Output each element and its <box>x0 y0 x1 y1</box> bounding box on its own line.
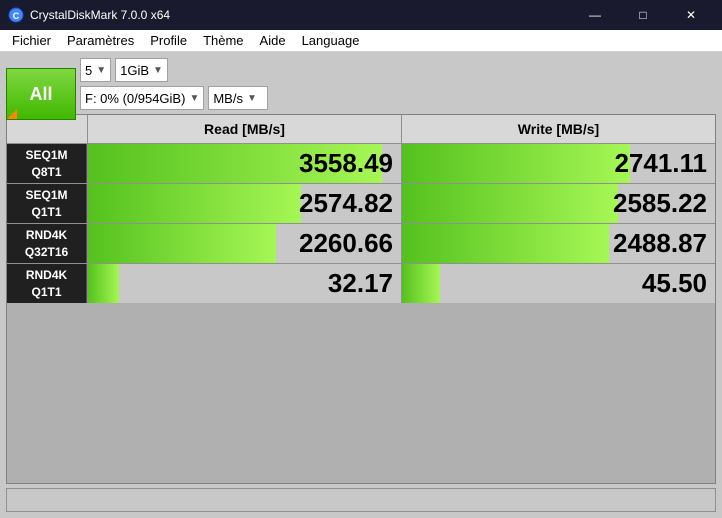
window-controls: — □ ✕ <box>572 0 714 30</box>
menu-item-paramètres[interactable]: Paramètres <box>59 30 142 51</box>
table-row: RND4K Q1T1 32.17 45.50 <box>7 263 715 303</box>
menu-bar: FichierParamètresProfileThèmeAideLanguag… <box>0 30 722 52</box>
size-value: 1GiB <box>120 63 149 78</box>
controls-wrapper: All 5 ▼ 1GiB ▼ F: 0% (0/954GiB) ▼ MB/s <box>6 58 716 110</box>
maximize-button[interactable]: □ <box>620 0 666 30</box>
bench-rows-container: SEQ1M Q8T1 3558.49 2741.11 SEQ1M Q1T1 25… <box>7 143 715 303</box>
drive-value: F: 0% (0/954GiB) <box>85 91 185 106</box>
read-cell-3: 32.17 <box>87 264 401 303</box>
menu-item-aide[interactable]: Aide <box>252 30 294 51</box>
selects-top: 5 ▼ 1GiB ▼ <box>80 58 268 82</box>
runs-value: 5 <box>85 63 92 78</box>
row-label-0: SEQ1M Q8T1 <box>7 144 87 183</box>
controls-selects: 5 ▼ 1GiB ▼ F: 0% (0/954GiB) ▼ MB/s ▼ <box>80 58 268 110</box>
write-value-0: 2741.11 <box>410 148 707 179</box>
table-row: SEQ1M Q8T1 3558.49 2741.11 <box>7 143 715 183</box>
units-value: MB/s <box>213 91 243 106</box>
drive-arrow: ▼ <box>189 93 199 104</box>
read-cell-0: 3558.49 <box>87 144 401 183</box>
table-row: RND4K Q32T16 2260.66 2488.87 <box>7 223 715 263</box>
menu-item-language[interactable]: Language <box>294 30 368 51</box>
row-label-2: RND4K Q32T16 <box>7 224 87 263</box>
read-value-1: 2574.82 <box>96 188 393 219</box>
read-value-2: 2260.66 <box>96 228 393 259</box>
read-value-0: 3558.49 <box>96 148 393 179</box>
write-cell-3: 45.50 <box>401 264 715 303</box>
app-icon: C <box>8 7 24 23</box>
write-value-2: 2488.87 <box>410 228 707 259</box>
units-select[interactable]: MB/s ▼ <box>208 86 268 110</box>
write-value-3: 45.50 <box>410 268 707 299</box>
units-arrow: ▼ <box>247 93 257 104</box>
read-cell-2: 2260.66 <box>87 224 401 263</box>
write-cell-0: 2741.11 <box>401 144 715 183</box>
size-select[interactable]: 1GiB ▼ <box>115 58 168 82</box>
all-button[interactable]: All <box>6 68 76 120</box>
svg-text:C: C <box>13 11 20 21</box>
main-content: All 5 ▼ 1GiB ▼ F: 0% (0/954GiB) ▼ MB/s <box>0 52 722 518</box>
drive-select[interactable]: F: 0% (0/954GiB) ▼ <box>80 86 204 110</box>
minimize-button[interactable]: — <box>572 0 618 30</box>
write-cell-2: 2488.87 <box>401 224 715 263</box>
row-label-1: SEQ1M Q1T1 <box>7 184 87 223</box>
menu-item-fichier[interactable]: Fichier <box>4 30 59 51</box>
write-cell-1: 2585.22 <box>401 184 715 223</box>
window-title: CrystalDiskMark 7.0.0 x64 <box>30 8 572 22</box>
title-bar: C CrystalDiskMark 7.0.0 x64 — □ ✕ <box>0 0 722 30</box>
benchmark-table: Read [MB/s] Write [MB/s] SEQ1M Q8T1 3558… <box>6 114 716 484</box>
selects-bottom: F: 0% (0/954GiB) ▼ MB/s ▼ <box>80 86 268 110</box>
size-arrow: ▼ <box>153 65 163 76</box>
table-row: SEQ1M Q1T1 2574.82 2585.22 <box>7 183 715 223</box>
read-value-3: 32.17 <box>96 268 393 299</box>
header-write: Write [MB/s] <box>401 115 715 143</box>
menu-item-thème[interactable]: Thème <box>195 30 251 51</box>
table-header: Read [MB/s] Write [MB/s] <box>7 115 715 143</box>
runs-select[interactable]: 5 ▼ <box>80 58 111 82</box>
header-read: Read [MB/s] <box>87 115 401 143</box>
menu-item-profile[interactable]: Profile <box>142 30 195 51</box>
read-cell-1: 2574.82 <box>87 184 401 223</box>
row-label-3: RND4K Q1T1 <box>7 264 87 303</box>
status-bar <box>6 488 716 512</box>
write-value-1: 2585.22 <box>410 188 707 219</box>
runs-arrow: ▼ <box>96 65 106 76</box>
close-button[interactable]: ✕ <box>668 0 714 30</box>
